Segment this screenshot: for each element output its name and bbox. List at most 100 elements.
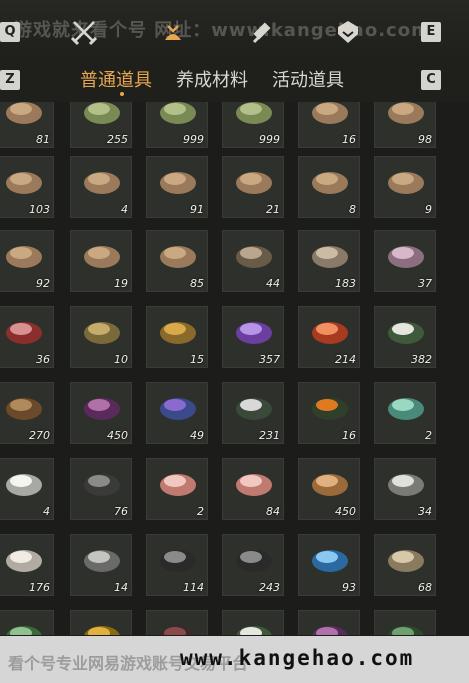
pouch-icon[interactable] (159, 18, 187, 46)
inventory-slot[interactable]: 450 (70, 382, 132, 444)
inventory-slot[interactable] (298, 610, 360, 635)
inventory-slot[interactable]: 255 (70, 102, 132, 148)
inventory-slot[interactable]: 2 (146, 458, 208, 520)
inventory-slot[interactable]: 9 (374, 156, 436, 218)
crossed-swords-icon[interactable] (70, 18, 98, 46)
active-tab-indicator (120, 92, 124, 96)
item-quantity: 19 (114, 277, 128, 290)
footer-url: www.kangehao.com (180, 646, 415, 670)
scroll-icon[interactable] (248, 18, 276, 46)
wood-log-icon (236, 172, 272, 194)
item-quantity: 37 (418, 277, 432, 290)
gold-item-icon (84, 626, 120, 635)
dark-feather-icon (84, 474, 120, 496)
inventory-slot[interactable]: 450 (298, 458, 360, 520)
inventory-slot[interactable] (146, 610, 208, 635)
item-quantity: 999 (259, 133, 280, 146)
inventory-slot[interactable]: 21 (222, 156, 284, 218)
herb-icon (388, 626, 424, 635)
item-quantity: 114 (183, 581, 204, 594)
inventory-slot[interactable]: 231 (222, 382, 284, 444)
inventory-slot[interactable] (0, 610, 54, 635)
tab-common-items[interactable]: 普通道具 (80, 66, 152, 92)
inventory-slot[interactable]: 44 (222, 230, 284, 292)
item-quantity: 243 (259, 581, 280, 594)
inventory-slot[interactable]: 999 (222, 102, 284, 148)
bone-icon (388, 550, 424, 572)
inventory-slot[interactable] (222, 610, 284, 635)
key-hint-z[interactable]: Z (0, 70, 20, 90)
inventory-slot[interactable]: 92 (0, 230, 54, 292)
inventory-slot[interactable]: 37 (374, 230, 436, 292)
inventory-slot[interactable]: 103 (0, 156, 54, 218)
fish-icon (84, 322, 120, 344)
shield-icon[interactable] (334, 18, 362, 46)
inventory-slot[interactable]: 382 (374, 306, 436, 368)
item-quantity: 36 (36, 353, 50, 366)
tab-cultivation-materials[interactable]: 养成材料 (176, 66, 248, 92)
jade-icon (388, 398, 424, 420)
item-quantity: 103 (29, 203, 50, 216)
inventory-slot[interactable]: 34 (374, 458, 436, 520)
feather-bundle-icon (236, 246, 272, 268)
inventory-slot[interactable]: 15 (146, 306, 208, 368)
inventory-slot[interactable] (374, 610, 436, 635)
inventory-slot[interactable]: 270 (0, 382, 54, 444)
watermark-footer: 看个号专业网易游戏账号交易平台 www.kangehao.com (0, 636, 469, 683)
inventory-slot[interactable]: 76 (70, 458, 132, 520)
silver-fish-icon (84, 550, 120, 572)
inventory-slot[interactable]: 36 (0, 306, 54, 368)
inventory-slot[interactable]: 14 (70, 534, 132, 596)
bamboo-icon (236, 102, 272, 124)
inventory-slot[interactable]: 16 (298, 102, 360, 148)
inventory-slot[interactable]: 176 (0, 534, 54, 596)
amethyst-icon (236, 322, 272, 344)
inventory-slot[interactable]: 214 (298, 306, 360, 368)
wood-log-icon (84, 246, 120, 268)
inventory-slot[interactable]: 49 (146, 382, 208, 444)
inventory-slot[interactable]: 8 (298, 156, 360, 218)
hide-icon (312, 246, 348, 268)
inventory-slot[interactable]: 114 (146, 534, 208, 596)
coal-icon (160, 550, 196, 572)
top-bar: 游戏就来看个号 网址：www.kangehao.com Q E (0, 0, 469, 58)
item-quantity: 49 (190, 429, 204, 442)
inventory-slot[interactable] (70, 610, 132, 635)
key-hint-c[interactable]: C (421, 70, 441, 90)
inventory-slot[interactable]: 84 (222, 458, 284, 520)
inventory-slot[interactable]: 93 (298, 534, 360, 596)
white-flower-icon (236, 626, 272, 635)
inventory-slot[interactable]: 91 (146, 156, 208, 218)
item-quantity: 270 (29, 429, 50, 442)
key-hint-q[interactable]: Q (0, 22, 20, 42)
coal-icon (236, 550, 272, 572)
inventory-slot[interactable]: 4 (0, 458, 54, 520)
bamboo-icon (160, 102, 196, 124)
item-quantity: 183 (335, 277, 356, 290)
white-flower-icon (388, 322, 424, 344)
wool-icon (6, 550, 42, 572)
inventory-slot[interactable]: 357 (222, 306, 284, 368)
inventory-slot[interactable]: 81 (0, 102, 54, 148)
inventory-slot[interactable]: 243 (222, 534, 284, 596)
item-quantity: 84 (266, 505, 280, 518)
bamboo-icon (84, 102, 120, 124)
inventory-slot[interactable]: 98 (374, 102, 436, 148)
inventory-slot[interactable]: 999 (146, 102, 208, 148)
item-quantity: 9 (425, 203, 432, 216)
inventory-slot[interactable]: 4 (70, 156, 132, 218)
inventory-slot[interactable]: 19 (70, 230, 132, 292)
category-tabs: Z 普通道具 养成材料 活动道具 C (0, 58, 469, 102)
wood-log-icon (388, 102, 424, 124)
inventory-slot[interactable]: 10 (70, 306, 132, 368)
tab-event-items[interactable]: 活动道具 (272, 66, 344, 92)
inventory-slot[interactable]: 2 (374, 382, 436, 444)
mortar-bowl-icon (6, 398, 42, 420)
item-quantity: 93 (342, 581, 356, 594)
inventory-slot[interactable]: 183 (298, 230, 360, 292)
inventory-slot[interactable]: 85 (146, 230, 208, 292)
key-hint-e[interactable]: E (421, 22, 441, 42)
inventory-slot[interactable]: 68 (374, 534, 436, 596)
item-quantity: 214 (335, 353, 356, 366)
inventory-slot[interactable]: 16 (298, 382, 360, 444)
